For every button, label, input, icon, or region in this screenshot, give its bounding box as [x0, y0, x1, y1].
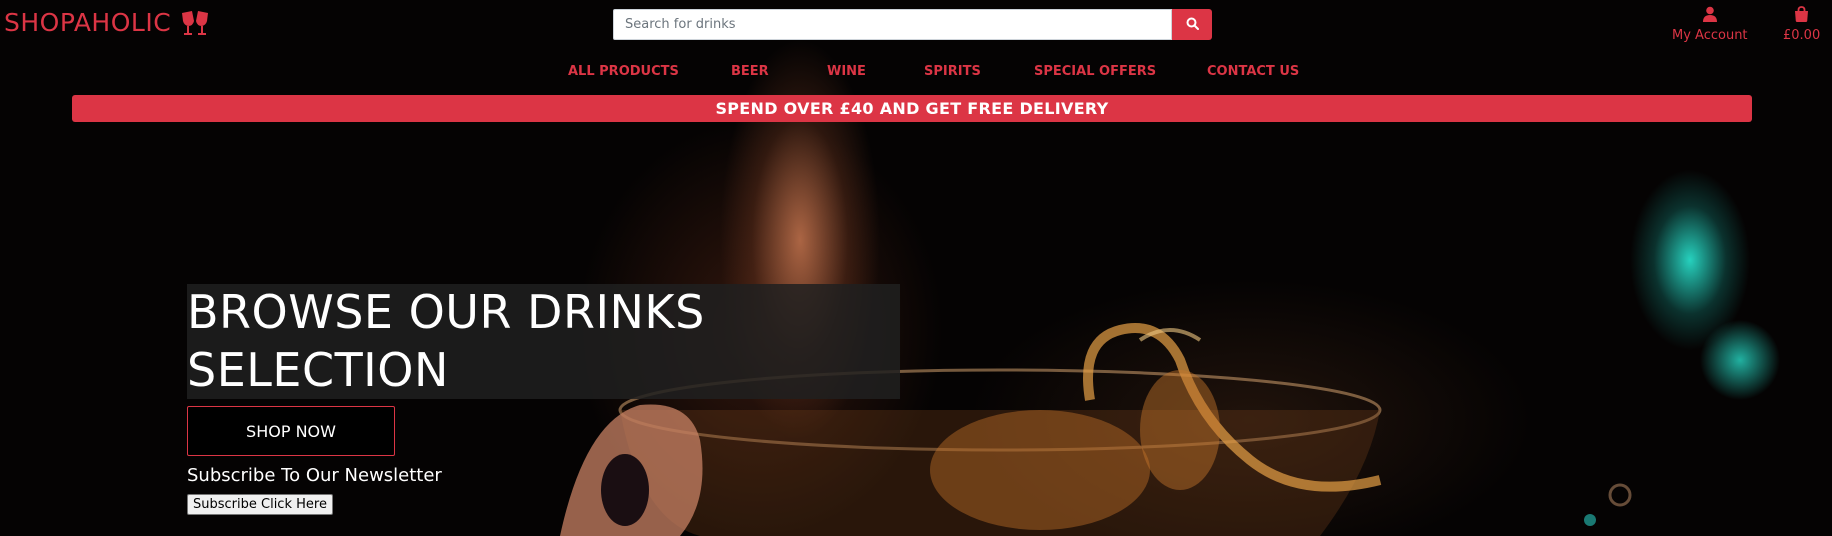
search-icon: [1186, 17, 1199, 33]
search-input[interactable]: [613, 9, 1172, 40]
hero-headline-line1: BROWSE OUR DRINKS: [187, 285, 705, 339]
shop-now-button[interactable]: SHOP NOW: [187, 406, 395, 456]
shopping-bag-icon: [1794, 6, 1809, 26]
banner-text: SPEND OVER £40 AND GET FREE DELIVERY: [715, 99, 1109, 118]
brand-logo[interactable]: SHOPAHOLIC: [4, 8, 211, 37]
shopping-bag-link[interactable]: £0.00: [1783, 6, 1820, 43]
bag-total: £0.00: [1783, 28, 1821, 43]
search-form: [613, 9, 1212, 40]
subscribe-button[interactable]: Subscribe Click Here: [187, 494, 333, 515]
nav-special-offers[interactable]: SPECIAL OFFERS: [1034, 64, 1156, 79]
nav-beer[interactable]: BEER: [731, 64, 769, 79]
my-account-link[interactable]: My Account: [1672, 6, 1748, 43]
search-button[interactable]: [1172, 9, 1212, 40]
my-account-label: My Account: [1672, 28, 1748, 43]
nav-all-products[interactable]: ALL PRODUCTS: [568, 64, 679, 79]
newsletter-label: Subscribe To Our Newsletter: [187, 465, 442, 486]
main-nav: ALL PRODUCTS BEER WINE SPIRITS SPECIAL O…: [0, 64, 1832, 84]
free-delivery-banner: SPEND OVER £40 AND GET FREE DELIVERY: [72, 95, 1752, 122]
brand-name: SHOPAHOLIC: [4, 8, 172, 37]
nav-wine[interactable]: WINE: [827, 64, 866, 79]
user-icon: [1702, 6, 1718, 26]
hero-headline-line2: SELECTION: [187, 343, 449, 397]
nav-contact-us[interactable]: CONTACT US: [1207, 64, 1299, 79]
hero-headline: BROWSE OUR DRINKS SELECTION: [187, 283, 900, 399]
nav-spirits[interactable]: SPIRITS: [924, 64, 981, 79]
clinking-glasses-icon: [179, 9, 211, 37]
